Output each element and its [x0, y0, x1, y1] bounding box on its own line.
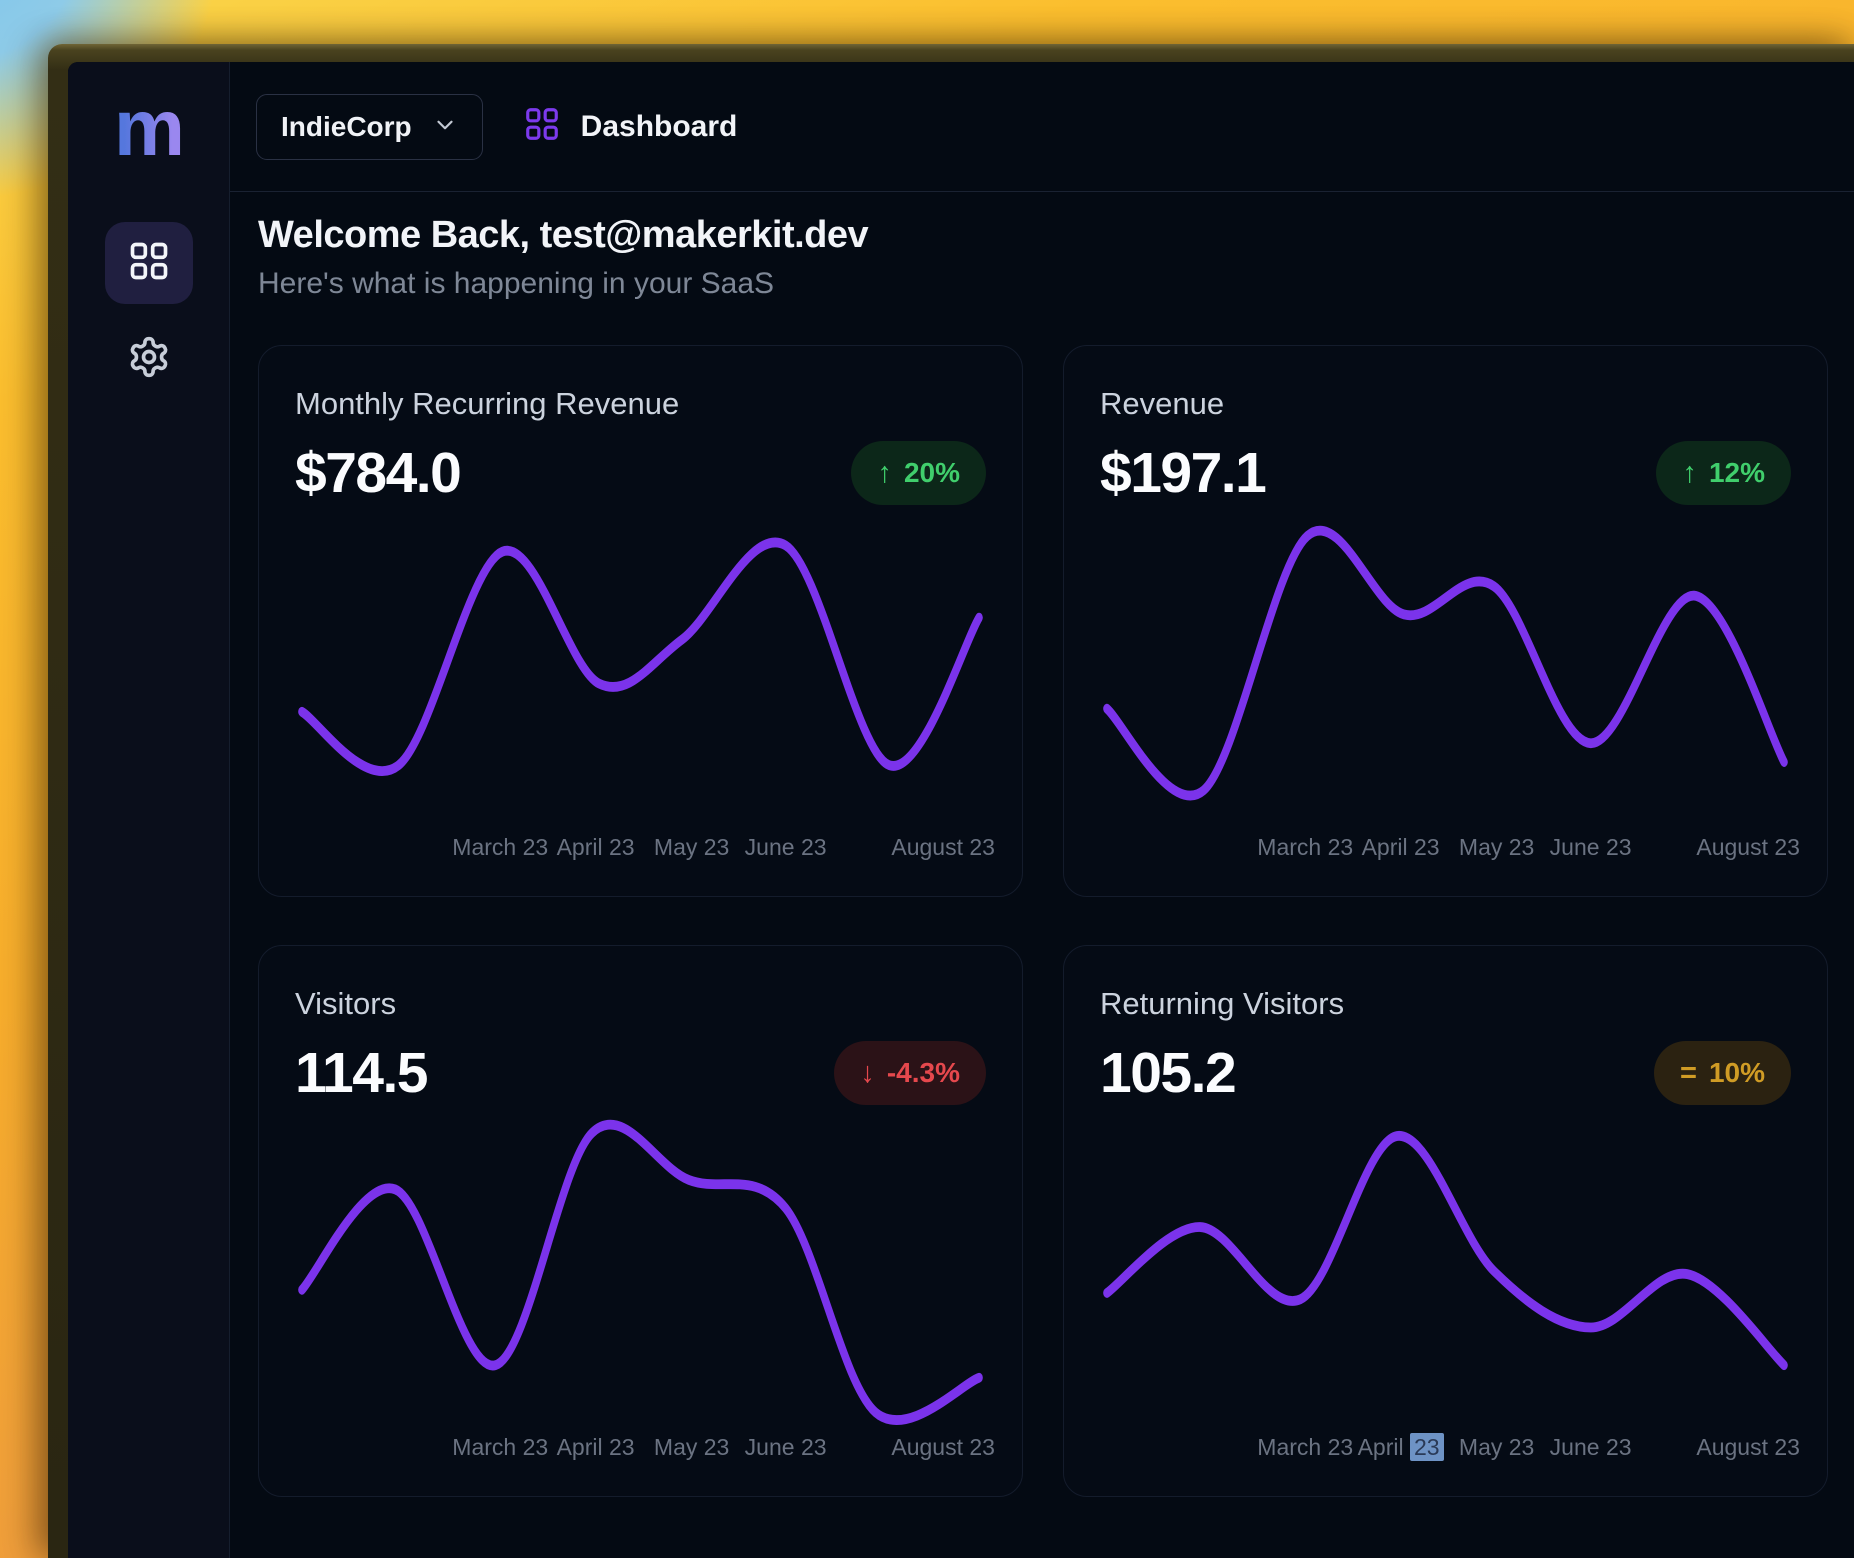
- card-returning-visitors: Returning Visitors 105.2 = 10% March 23A…: [1063, 945, 1828, 1497]
- value-row: 114.5 ↓ -4.3%: [295, 1040, 986, 1106]
- axis-label: June 23: [745, 1434, 827, 1461]
- stat-value: $784.0: [295, 440, 460, 506]
- equals-icon: =: [1680, 1057, 1697, 1090]
- sidebar-item-dashboard[interactable]: [105, 222, 193, 304]
- line-chart[interactable]: [1100, 514, 1791, 828]
- dashboard-main: Welcome Back, test@makerkit.dev Here's w…: [230, 192, 1854, 1558]
- trend-badge: = 10%: [1654, 1041, 1791, 1105]
- axis-label: March 23: [1257, 1434, 1353, 1461]
- axis-label: April 23: [1358, 1434, 1444, 1461]
- desktop: { "colors": { "accent_purple": "#7c3aed"…: [0, 0, 1854, 1558]
- card-title: Returning Visitors: [1100, 986, 1791, 1022]
- line-chart[interactable]: [295, 1114, 986, 1428]
- axis-label: June 23: [1550, 834, 1632, 861]
- card-title: Visitors: [295, 986, 986, 1022]
- trend-badge: ↓ -4.3%: [834, 1041, 986, 1105]
- trend-value: -4.3%: [887, 1057, 960, 1089]
- axis-label: August 23: [891, 834, 995, 861]
- page-title: Dashboard: [581, 110, 738, 144]
- stats-grid: Monthly Recurring Revenue $784.0 ↑ 20% M…: [258, 345, 1854, 1497]
- axis-label: May 23: [654, 834, 729, 861]
- stat-value: 114.5: [295, 1040, 427, 1106]
- axis-label: March 23: [452, 834, 548, 861]
- card-visitors: Visitors 114.5 ↓ -4.3% March 23 April 23 M…: [258, 945, 1023, 1497]
- axis-label: June 23: [1550, 1434, 1632, 1461]
- value-row: $784.0 ↑ 20%: [295, 440, 986, 506]
- team-selector-button[interactable]: IndieCorp: [256, 94, 483, 160]
- axis-label: August 23: [1696, 834, 1800, 861]
- gear-icon: [127, 335, 171, 384]
- x-axis: March 23April 23May 23June 23August 23: [1100, 834, 1791, 870]
- trend-value: 20%: [904, 457, 960, 489]
- arrow-down-icon: ↓: [860, 1057, 875, 1090]
- app-window: m Indie: [48, 44, 1854, 1558]
- line-chart[interactable]: [295, 514, 986, 828]
- card-title: Monthly Recurring Revenue: [295, 386, 986, 422]
- trend-value: 10%: [1709, 1057, 1765, 1089]
- axis-label: April 23: [557, 1434, 635, 1461]
- axis-label: March 23: [1257, 834, 1353, 861]
- layout-grid-icon: [127, 239, 171, 288]
- x-axis: March 23April 23May 23June 23August 23: [295, 834, 986, 870]
- welcome-heading: Welcome Back, test@makerkit.dev: [258, 214, 1854, 257]
- selected-text: 23: [1410, 1433, 1444, 1461]
- chevron-down-icon: [432, 112, 458, 141]
- x-axis: March 23April 23May 23June 23August 23: [1100, 1434, 1791, 1470]
- axis-label: June 23: [745, 834, 827, 861]
- trend-value: 12%: [1709, 457, 1765, 489]
- axis-label: April 23: [1362, 834, 1440, 861]
- axis-label: August 23: [1696, 1434, 1800, 1461]
- makerkit-logo[interactable]: m: [114, 80, 183, 176]
- welcome-subtitle: Here's what is happening in your SaaS: [258, 267, 1854, 301]
- card-title: Revenue: [1100, 386, 1791, 422]
- card-revenue: Revenue $197.1 ↑ 12% March 23 April 23 May…: [1063, 345, 1828, 897]
- trend-badge: ↑ 20%: [851, 441, 986, 505]
- value-row: 105.2 = 10%: [1100, 1040, 1791, 1106]
- team-name: IndieCorp: [281, 111, 412, 143]
- x-axis: March 23April 23May 23June 23August 23: [295, 1434, 986, 1470]
- axis-label: August 23: [891, 1434, 995, 1461]
- value-row: $197.1 ↑ 12%: [1100, 440, 1791, 506]
- stat-value: 105.2: [1100, 1040, 1235, 1106]
- layout-grid-icon: [523, 105, 561, 148]
- axis-label: May 23: [1459, 834, 1534, 861]
- axis-label: May 23: [1459, 1434, 1534, 1461]
- axis-label: May 23: [654, 1434, 729, 1461]
- breadcrumb: Dashboard: [523, 105, 738, 148]
- topbar: IndieCorp Dashboard: [230, 62, 1854, 192]
- arrow-up-icon: ↑: [877, 457, 892, 490]
- line-chart[interactable]: [1100, 1114, 1791, 1428]
- sidebar-item-settings[interactable]: [105, 318, 193, 400]
- axis-label: April 23: [557, 834, 635, 861]
- card-monthly-recurring-revenue: Monthly Recurring Revenue $784.0 ↑ 20% M…: [258, 345, 1023, 897]
- stat-value: $197.1: [1100, 440, 1265, 506]
- app-content: m Indie: [68, 62, 1854, 1558]
- axis-label: March 23: [452, 1434, 548, 1461]
- trend-badge: ↑ 12%: [1656, 441, 1791, 505]
- sidebar: m: [68, 62, 230, 1558]
- arrow-up-icon: ↑: [1682, 457, 1697, 490]
